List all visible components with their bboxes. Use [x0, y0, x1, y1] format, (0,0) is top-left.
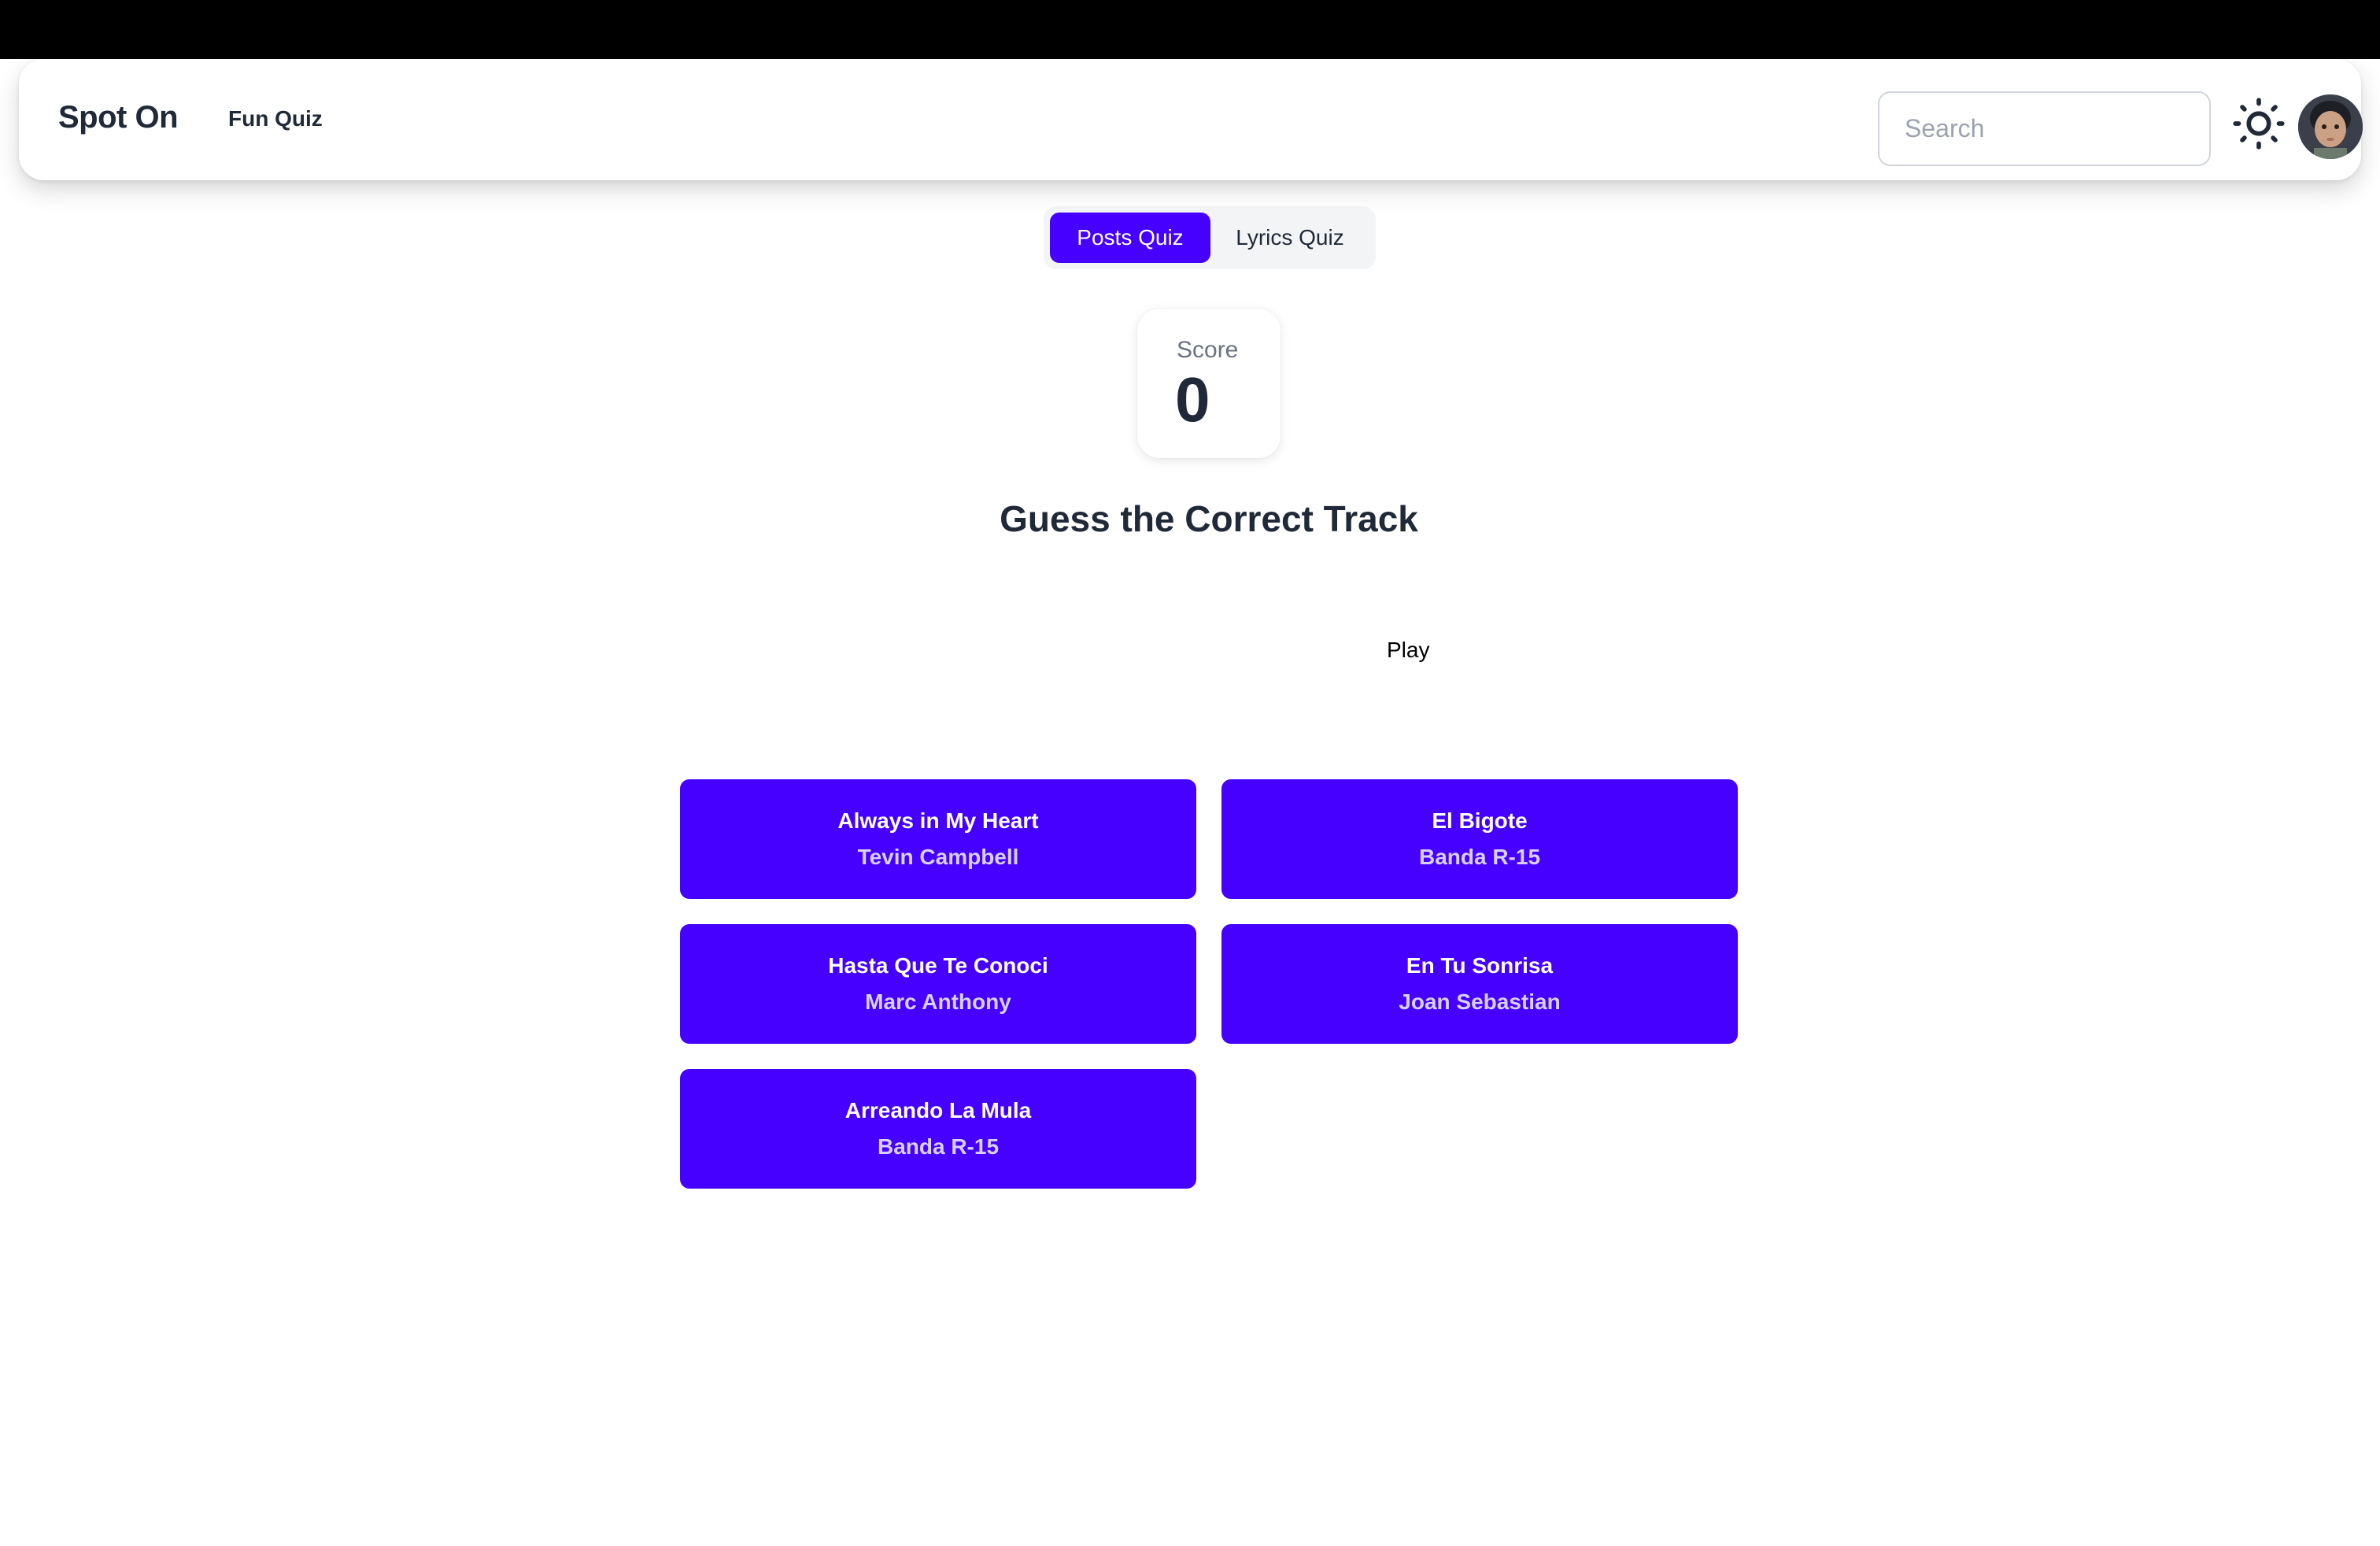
quiz-tabs: Posts Quiz Lyrics Quiz	[1044, 206, 1376, 269]
tab-posts-quiz[interactable]: Posts Quiz	[1050, 213, 1210, 263]
brand-logo[interactable]: Spot On	[58, 100, 179, 135]
answer-title: En Tu Sonrisa	[1406, 953, 1554, 978]
answer-option[interactable]: Always in My Heart Tevin Campbell	[680, 779, 1196, 899]
answer-grid: Always in My Heart Tevin Campbell El Big…	[680, 779, 1738, 1189]
answer-artist: Marc Anthony	[865, 989, 1011, 1014]
answer-option[interactable]: Hasta Que Te Conoci Marc Anthony	[680, 924, 1196, 1044]
answer-title: Always in My Heart	[837, 808, 1039, 833]
answer-option[interactable]: En Tu Sonrisa Joan Sebastian	[1221, 924, 1738, 1044]
sun-icon	[2233, 98, 2285, 150]
answer-option[interactable]: El Bigote Banda R-15	[1221, 779, 1738, 899]
answer-artist: Tevin Campbell	[857, 845, 1019, 869]
quiz-heading: Guess the Correct Track	[1000, 498, 1418, 539]
play-button[interactable]: Play	[1387, 638, 1429, 663]
answer-option[interactable]: Arreando La Mula Banda R-15	[680, 1069, 1196, 1189]
theme-toggle-button[interactable]	[2230, 95, 2287, 152]
user-avatar[interactable]	[2298, 94, 2363, 159]
answer-artist: Joan Sebastian	[1399, 989, 1561, 1014]
nav-link-fun-quiz[interactable]: Fun Quiz	[228, 106, 323, 131]
navbar: Spot On Fun Quiz	[19, 59, 2363, 180]
answer-title: Hasta Que Te Conoci	[828, 953, 1048, 978]
score-card: Score 0	[1137, 309, 1281, 458]
answer-title: El Bigote	[1432, 808, 1528, 833]
score-label: Score	[1177, 337, 1239, 363]
window-top-bar	[0, 0, 2380, 59]
tab-lyrics-quiz[interactable]: Lyrics Quiz	[1210, 213, 1369, 263]
avatar-image	[2298, 94, 2363, 159]
answer-artist: Banda R-15	[1418, 845, 1541, 869]
search-input[interactable]	[1878, 91, 2211, 166]
answer-artist: Banda R-15	[877, 1134, 1000, 1159]
answer-title: Arreando La Mula	[844, 1098, 1032, 1123]
score-value: 0	[1175, 364, 1210, 435]
